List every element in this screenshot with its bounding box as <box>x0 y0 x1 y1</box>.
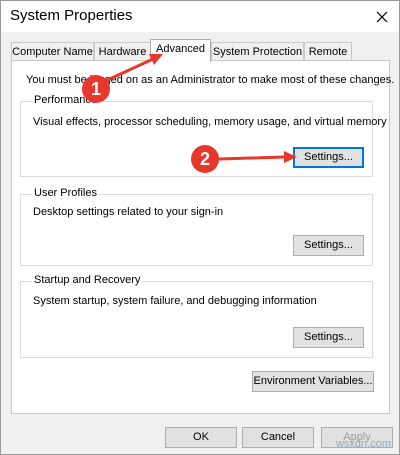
system-properties-window: System Properties Computer Name Hardware… <box>0 0 400 455</box>
annotation-arrow-2 <box>218 151 297 163</box>
annotation-marker-2: 2 <box>191 145 219 173</box>
annotation-marker-1: 1 <box>82 75 110 103</box>
watermark: wsxdn.com <box>335 438 391 450</box>
